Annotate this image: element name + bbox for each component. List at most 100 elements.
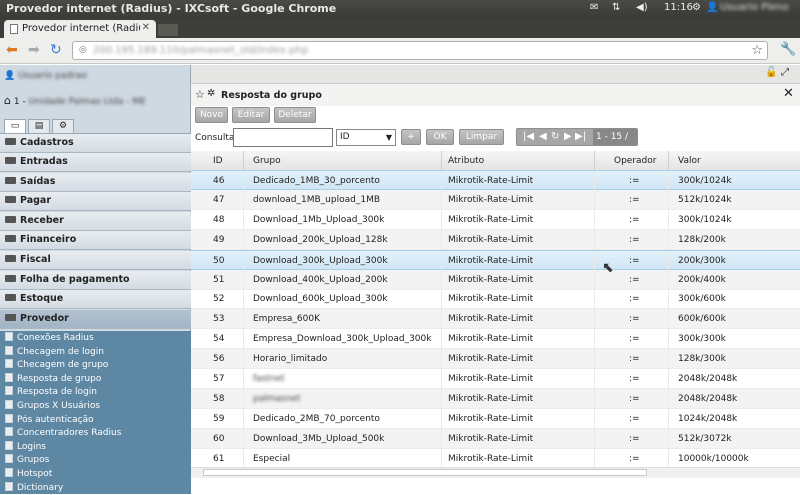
prev-page-icon[interactable]: ◀ — [539, 131, 547, 142]
column-header-grupo[interactable]: Grupo — [253, 156, 281, 166]
cell-grupo: Empresa_Download_300k_Upload_300k — [253, 334, 432, 345]
column-header-operador[interactable]: Operador — [614, 156, 656, 166]
table-row[interactable]: 56 Horario_limitado Mikrotik-Rate-Limit:= 1… — [191, 349, 800, 370]
table-row[interactable]: 49 Download_200k_Upload_128k Mikrotik-Rate… — [191, 229, 800, 250]
cell-id: 61 — [213, 453, 225, 464]
maximize-icon[interactable]: ⤢ — [781, 67, 789, 78]
window-title: Resposta do grupo — [221, 90, 322, 101]
submenu-item[interactable]: Concentradores Radius — [0, 426, 191, 440]
cell-operador: := — [629, 294, 640, 305]
submenu-item[interactable]: Pós autenticação — [0, 413, 191, 427]
reload-icon[interactable]: ↻ — [50, 42, 62, 58]
submenu-item[interactable]: Checagem de grupo — [0, 358, 191, 372]
close-icon[interactable]: ✕ — [783, 86, 794, 101]
table-row[interactable]: 60 Download_3Mb_Upload_500k Mikrotik-Rate-… — [191, 428, 800, 449]
forward-icon[interactable]: ➡ — [28, 42, 40, 58]
sidebar-item-label: Folha de pagamento — [20, 274, 130, 285]
last-page-icon[interactable]: ▶| — [575, 131, 586, 142]
sidebar-item-saídas[interactable]: Saídas — [0, 173, 191, 192]
table-row[interactable]: 50 Download_300k_Upload_300k Mikrotik-Rate… — [191, 249, 800, 271]
wrench-icon[interactable]: 🔧 — [780, 42, 796, 57]
sidebar-item-label: Pagar — [20, 195, 52, 206]
table-row[interactable]: 52 Download_600k_Upload_300k Mikrotik-Rate… — [191, 289, 800, 310]
submenu-item[interactable]: Resposta de login — [0, 385, 191, 399]
clock[interactable]: 11:16 — [664, 2, 693, 13]
unlock-icon[interactable]: 🔓 — [765, 67, 777, 78]
volume-icon[interactable]: ◀) — [636, 2, 648, 13]
search-field-select[interactable]: ID ▼ — [336, 129, 396, 146]
table-row[interactable]: 46 Dedicado_1MB_30_porcento Mikrotik-Rate-… — [191, 170, 800, 191]
submenu-item[interactable]: Grupos X Usuários — [0, 399, 191, 413]
document-icon — [5, 454, 13, 464]
gear-icon[interactable]: ✲ — [207, 88, 215, 99]
horizontal-scrollbar[interactable] — [191, 467, 800, 478]
submenu-item[interactable]: Logins — [0, 440, 191, 454]
first-page-icon[interactable]: |◀ — [523, 131, 534, 142]
cell-atributo: Mikrotik-Rate-Limit — [448, 294, 534, 305]
favorite-star-icon[interactable]: ☆ — [195, 88, 205, 101]
sidebar-item-estoque[interactable]: Estoque — [0, 290, 191, 309]
sidebar-item-pagar[interactable]: Pagar — [0, 192, 191, 211]
settings-icon[interactable]: ⚙ — [692, 2, 701, 13]
page-info-icon[interactable]: ◎ — [79, 45, 87, 55]
edit-button[interactable]: Editar — [232, 107, 270, 123]
sidebar-item-folha-de-pagamento[interactable]: Folha de pagamento — [0, 271, 191, 290]
config-tab-icon[interactable]: ⚙ — [52, 119, 74, 133]
os-user-name[interactable]: Usuario Pleno — [720, 2, 789, 13]
table-row[interactable]: 58 palmasnet Mikrotik-Rate-Limit:= 2048k/20… — [191, 388, 800, 409]
add-filter-button[interactable]: + — [401, 129, 421, 145]
sidebar-item-cadastros[interactable]: Cadastros — [0, 134, 191, 153]
sidebar-item-label: Saídas — [20, 176, 56, 187]
window-header: ☆ ✲ Resposta do grupo ✕ — [191, 84, 800, 106]
table-row[interactable]: 48 Download_1Mb_Upload_300k Mikrotik-Rate-… — [191, 209, 800, 230]
submenu-item[interactable]: Hotspot — [0, 467, 191, 481]
submenu-item[interactable]: Grupos — [0, 453, 191, 467]
print-tab-icon[interactable]: ▤ — [28, 119, 50, 133]
sidebar-item-provedor[interactable]: Provedor — [0, 310, 191, 329]
submenu-item[interactable]: Resposta de grupo — [0, 372, 191, 386]
clear-button[interactable]: Limpar — [459, 129, 504, 145]
browser-tab[interactable]: Provedor internet (Radius ✕ — [4, 20, 156, 38]
table-row[interactable]: 57 fastnet Mikrotik-Rate-Limit:= 2048k/2048… — [191, 369, 800, 389]
sidebar-item-receber[interactable]: Receber — [0, 212, 191, 231]
ok-button[interactable]: OK — [426, 129, 454, 145]
back-icon[interactable]: ⬅ — [6, 42, 18, 58]
mail-icon[interactable]: ✉ — [590, 2, 598, 13]
refresh-icon[interactable]: ↻ — [551, 131, 559, 142]
cell-operador: := — [629, 255, 640, 266]
sidebar-item-fiscal[interactable]: Fiscal — [0, 251, 191, 270]
submenu-item[interactable]: Dictionary — [0, 481, 191, 495]
table-row[interactable]: 53 Empresa_600K Mikrotik-Rate-Limit:= 600k/… — [191, 309, 800, 330]
table-row[interactable]: 51 Download_400k_Upload_200k Mikrotik-Rate… — [191, 269, 800, 290]
network-icon[interactable]: ⇅ — [612, 2, 620, 13]
new-button[interactable]: Novo — [195, 107, 228, 123]
cell-grupo: Download_400k_Upload_200k — [253, 274, 388, 285]
delete-button[interactable]: Deletar — [274, 107, 316, 123]
mouse-cursor-icon: ⬉ — [602, 260, 614, 276]
close-tab-icon[interactable]: ✕ — [142, 22, 150, 33]
column-header-valor[interactable]: Valor — [678, 156, 701, 166]
address-bar[interactable]: ◎ 200.195.189.110/palmasnet_old/index.ph… — [72, 41, 768, 60]
os-title-bar: Provedor internet (Radius) - IXCsoft - G… — [0, 0, 800, 18]
document-icon — [5, 332, 13, 341]
new-tab-button[interactable] — [158, 24, 178, 36]
submenu-item[interactable]: Conexões Radius — [0, 331, 191, 345]
table-row[interactable]: 59 Dedicado_2MB_70_porcento Mikrotik-Rate-… — [191, 408, 800, 429]
cell-id: 59 — [213, 413, 225, 424]
cell-id: 48 — [213, 214, 225, 225]
table-row[interactable]: 54 Empresa_Download_300k_Upload_300k Mikro… — [191, 329, 800, 350]
column-header-atributo[interactable]: Atributo — [448, 156, 484, 166]
search-input[interactable] — [233, 128, 333, 147]
menu-tab-icon[interactable]: ▭ — [4, 119, 26, 133]
cell-grupo: palmasnet — [253, 393, 301, 404]
scrollbar-thumb[interactable] — [203, 469, 647, 476]
sidebar-item-financeiro[interactable]: Financeiro — [0, 231, 191, 250]
table-row[interactable]: 61 Especial Mikrotik-Rate-Limit:= 10000k/10… — [191, 448, 800, 469]
table-row[interactable]: 47 download_1MB_upload_1MB Mikrotik-Rate-L… — [191, 189, 800, 210]
folder-icon — [5, 216, 16, 223]
sidebar-item-entradas[interactable]: Entradas — [0, 153, 191, 172]
column-header-id[interactable]: ID — [213, 156, 223, 166]
submenu-item[interactable]: Checagem de login — [0, 345, 191, 359]
next-page-icon[interactable]: ▶ — [564, 131, 572, 142]
bookmark-star-icon[interactable]: ☆ — [751, 43, 763, 58]
